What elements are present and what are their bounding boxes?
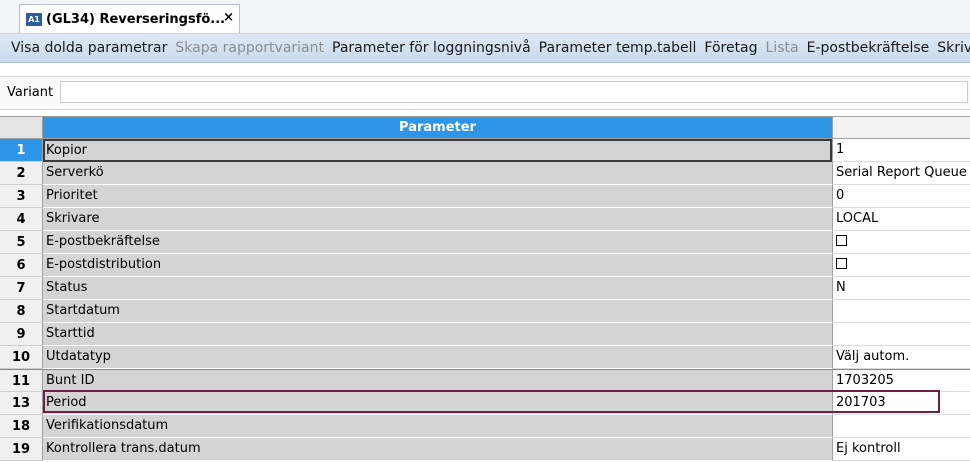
param-name[interactable]: Verifikationsdatum xyxy=(43,415,832,438)
row-number: 8 xyxy=(0,300,43,323)
param-value[interactable] xyxy=(832,323,970,346)
email-confirmation-checkbox[interactable] xyxy=(836,234,847,246)
row-number: 6 xyxy=(0,254,43,277)
variant-row: Variant xyxy=(0,76,970,110)
row-number: 7 xyxy=(0,277,43,300)
row-number: 11 xyxy=(0,369,43,392)
email-confirmation-button[interactable]: E-postbekräftelse xyxy=(803,40,934,56)
param-value[interactable] xyxy=(832,300,970,323)
table-row[interactable]: 18 Verifikationsdatum xyxy=(0,415,970,438)
param-name[interactable]: Prioritet xyxy=(43,185,832,208)
table-row[interactable]: 10 Utdatatyp Välj autom. xyxy=(0,346,970,369)
report-icon: A1 xyxy=(26,12,42,26)
row-number: 9 xyxy=(0,323,43,346)
table-row[interactable]: 9 Starttid xyxy=(0,323,970,346)
param-value[interactable]: 201703 xyxy=(832,392,970,415)
param-name[interactable]: Bunt ID xyxy=(43,369,832,392)
param-value[interactable]: N xyxy=(832,277,970,300)
list-button[interactable]: Lista xyxy=(762,40,803,56)
param-name[interactable]: Starttid xyxy=(43,323,832,346)
printer-params-button[interactable]: Skrivarparam xyxy=(933,40,970,56)
row-number: 13 xyxy=(0,392,43,415)
param-name[interactable]: Period xyxy=(43,392,832,415)
parameter-grid: Parameter 1 Kopior 1 2 Serverkö Serial R… xyxy=(0,116,970,461)
param-value-cell xyxy=(832,254,970,277)
email-distribution-checkbox[interactable] xyxy=(836,257,847,269)
column-header-value[interactable] xyxy=(832,117,970,139)
row-number: 19 xyxy=(0,438,43,461)
param-name[interactable]: E-postbekräftelse xyxy=(43,231,832,254)
row-number: 5 xyxy=(0,231,43,254)
param-name[interactable]: Serverkö xyxy=(43,162,832,185)
log-level-params-button[interactable]: Parameter för loggningsnivå xyxy=(328,40,535,56)
row-number: 3 xyxy=(0,185,43,208)
param-value-cell xyxy=(832,231,970,254)
table-row[interactable]: 19 Kontrollera trans.datum Ej kontroll xyxy=(0,438,970,461)
temp-table-params-button[interactable]: Parameter temp.tabell xyxy=(535,40,701,56)
close-icon[interactable]: × xyxy=(223,10,234,25)
param-name[interactable]: Utdatatyp xyxy=(43,346,832,369)
param-name[interactable]: Skrivare xyxy=(43,208,832,231)
param-name[interactable]: Kopior xyxy=(43,139,832,162)
table-row[interactable]: 7 Status N xyxy=(0,277,970,300)
param-value[interactable]: Serial Report Queue xyxy=(832,162,970,185)
tab-gl34-report[interactable]: A1 (GL34) Reverseringsfö... × xyxy=(19,4,240,33)
grid-corner xyxy=(0,117,43,139)
table-row[interactable]: 13 Period 201703 xyxy=(0,392,970,415)
param-value[interactable]: LOCAL xyxy=(832,208,970,231)
param-name[interactable]: Kontrollera trans.datum xyxy=(43,438,832,461)
param-name[interactable]: Startdatum xyxy=(43,300,832,323)
table-row[interactable]: 3 Prioritet 0 xyxy=(0,185,970,208)
tab-strip: A1 (GL34) Reverseringsfö... × xyxy=(0,0,970,34)
variant-input[interactable] xyxy=(60,81,968,103)
row-number: 10 xyxy=(0,346,43,369)
param-value[interactable]: 1703205 xyxy=(832,369,970,392)
tab-title: (GL34) Reverseringsfö... xyxy=(46,11,226,27)
table-row[interactable]: 2 Serverkö Serial Report Queue xyxy=(0,162,970,185)
param-name[interactable]: E-postdistribution xyxy=(43,254,832,277)
param-value[interactable]: Ej kontroll xyxy=(832,438,970,461)
grid-header: Parameter xyxy=(0,117,970,139)
column-header-parameter[interactable]: Parameter xyxy=(43,117,832,139)
company-button[interactable]: Företag xyxy=(700,40,761,56)
row-number: 4 xyxy=(0,208,43,231)
param-value[interactable]: Välj autom. xyxy=(832,346,970,369)
table-row[interactable]: 6 E-postdistribution xyxy=(0,254,970,277)
toolbar: Visa dolda parametrar Skapa rapportvaria… xyxy=(0,34,970,63)
table-row[interactable]: 8 Startdatum xyxy=(0,300,970,323)
param-name[interactable]: Status xyxy=(43,277,832,300)
row-number: 18 xyxy=(0,415,43,438)
table-row[interactable]: 5 E-postbekräftelse xyxy=(0,231,970,254)
param-value[interactable]: 1 xyxy=(832,139,970,162)
show-hidden-params-button[interactable]: Visa dolda parametrar xyxy=(0,40,171,56)
table-row[interactable]: 1 Kopior 1 xyxy=(0,139,970,162)
create-report-variant-button[interactable]: Skapa rapportvariant xyxy=(171,40,328,56)
table-row[interactable]: 11 Bunt ID 1703205 xyxy=(0,369,970,392)
table-row[interactable]: 4 Skrivare LOCAL xyxy=(0,208,970,231)
param-value[interactable]: 0 xyxy=(832,185,970,208)
row-number: 2 xyxy=(0,162,43,185)
variant-label: Variant xyxy=(7,85,54,100)
param-value[interactable] xyxy=(832,415,970,438)
row-number: 1 xyxy=(0,139,43,162)
